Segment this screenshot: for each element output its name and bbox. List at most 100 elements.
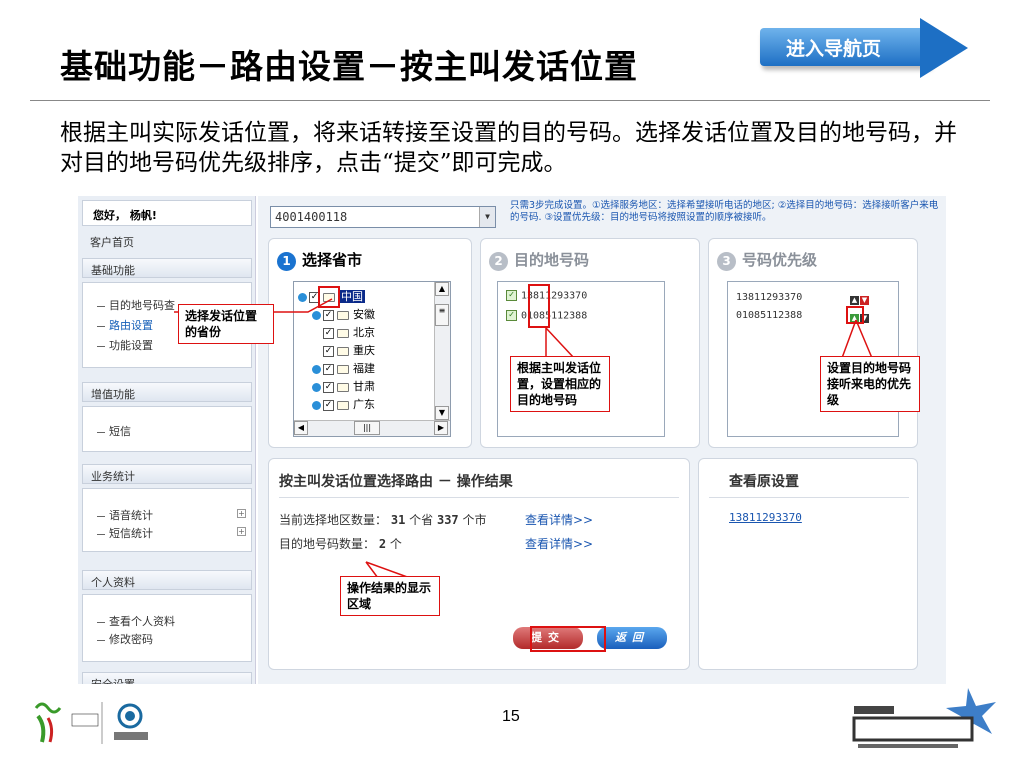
page-number: 15 [502, 708, 520, 725]
sidebar: 您好， 杨帆! 客户首页 基础功能 目的地号码查 路由设置 功能设置 增值功能 … [78, 196, 256, 684]
area-detail-link[interactable]: 查看详情>> [525, 511, 593, 528]
expand-plus-icon[interactable] [312, 400, 321, 410]
ipower-logo-icon [852, 688, 996, 748]
sidebar-item-sms[interactable]: 短信 [97, 423, 131, 439]
back-button[interactable]: 返回 [597, 627, 667, 649]
priority-number-row: 01085112388 [736, 310, 803, 321]
step-number-badge: 1 [277, 252, 296, 271]
app-screenshot: 您好， 杨帆! 客户首页 基础功能 目的地号码查 路由设置 功能设置 增值功能 … [78, 196, 946, 684]
step3-panel: 3 号码优先级 13811293370 ▲ ▼ 01085112388 ▲ ▼ [708, 238, 918, 448]
expand-plus-icon[interactable] [312, 310, 321, 320]
sidebar-item-view-profile[interactable]: 查看个人资料 [97, 613, 175, 629]
collapse-minus-icon[interactable] [298, 292, 307, 302]
title-divider [30, 100, 990, 101]
province-tree[interactable]: ✓ 中国 ✓ 安徽 ✓ 北京 ✓ 重庆 ✓ 福建 ✓ 甘肃 ✓ 广东 ▲ ≡ ▼ ◀ ||| … [293, 281, 451, 437]
tree-vertical-scrollbar[interactable]: ▲ ≡ ▼ [434, 282, 450, 422]
bullet-dash [97, 325, 105, 327]
tree-row-province[interactable]: ✓ 安徽 [312, 306, 375, 322]
chevron-down-icon[interactable]: ▼ [479, 207, 495, 227]
slide-title: 基础功能－路由设置－按主叫发话位置 [60, 47, 638, 86]
sidebar-item-destination[interactable]: 目的地号码查 [97, 297, 175, 313]
folder-icon [337, 310, 349, 320]
sidebar-home-link[interactable]: 客户首页 [90, 234, 134, 250]
step3-title: 3 号码优先级 [717, 249, 817, 271]
expand-plus-icon[interactable]: + [237, 509, 246, 518]
sidebar-box-stats: 语音统计 + 短信统计 + [82, 488, 252, 552]
checkbox-province[interactable]: ✓ [323, 327, 334, 339]
scroll-thumb[interactable]: ||| [354, 421, 380, 435]
result-panel: 按主叫发话位置选择路由 － 操作结果 当前选择地区数量： 31 个省 337 个… [268, 458, 690, 670]
tree-row-province[interactable]: ✓ 甘肃 [312, 378, 375, 394]
move-up-icon[interactable]: ▲ [850, 296, 859, 305]
sidebar-section-profile[interactable]: 个人资料 [82, 570, 252, 590]
highlight-root-checkbox [318, 286, 340, 308]
priority-number-row: 13811293370 [736, 292, 803, 303]
tree-row-province[interactable]: ✓ 北京 [312, 324, 375, 340]
original-settings-panel: 查看原设置 13811293370 [698, 458, 918, 670]
result-divider [279, 497, 679, 498]
sidebar-box-value-added: 短信 [82, 406, 252, 452]
sidebar-box-profile: 查看个人资料 修改密码 [82, 594, 252, 662]
sidebar-item-change-password[interactable]: 修改密码 [97, 631, 153, 647]
callout-result-area: 操作结果的显示区域 [340, 576, 440, 616]
step-number-badge: 3 [717, 252, 736, 271]
bullet-dash [97, 431, 105, 433]
tree-horizontal-scrollbar[interactable]: ◀ ||| ▶ [294, 420, 450, 436]
checkbox-destination[interactable]: ✓ [506, 310, 517, 321]
expand-plus-icon[interactable] [312, 364, 321, 374]
tree-row-province[interactable]: ✓ 重庆 [312, 342, 375, 358]
bullet-dash [97, 533, 105, 535]
highlight-destination-checkboxes [528, 284, 550, 328]
greeting: 您好， 杨帆! [82, 200, 252, 226]
sidebar-item-features[interactable]: 功能设置 [97, 337, 153, 353]
scroll-up-icon[interactable]: ▲ [435, 282, 449, 296]
callout-priority: 设置目的地号码接听来电的优先级 [820, 356, 920, 412]
scroll-left-icon[interactable]: ◀ [294, 421, 308, 435]
original-number-link[interactable]: 13811293370 [729, 511, 802, 524]
sidebar-item-voice-stats[interactable]: 语音统计 [97, 507, 153, 523]
bullet-dash [97, 621, 105, 623]
expand-plus-icon[interactable]: + [237, 527, 246, 536]
sidebar-section-security[interactable]: 安全设置 [82, 672, 252, 684]
checkbox-destination[interactable]: ✓ [506, 290, 517, 301]
highlight-submit-button [530, 626, 606, 652]
step2-title: 2 目的地号码 [489, 249, 589, 271]
destination-detail-link[interactable]: 查看详情>> [525, 535, 593, 552]
help-tip: 只需3步完成设置。①选择服务地区：选择希望接听电话的地区; ②选择目的地号码：选… [510, 200, 939, 223]
folder-icon [337, 382, 349, 392]
scroll-right-icon[interactable]: ▶ [434, 421, 448, 435]
phone-number-select[interactable]: 4001400118 ▼ [270, 206, 496, 228]
expo-logo-icon [34, 702, 148, 744]
area-count-line: 当前选择地区数量： 31 个省 337 个市 [279, 513, 487, 527]
bullet-dash [97, 305, 105, 307]
scroll-down-icon[interactable]: ▼ [435, 406, 449, 420]
selected-phone-number: 4001400118 [275, 210, 348, 224]
nav-home-button[interactable]: 进入导航页 [760, 18, 970, 80]
sidebar-item-routing[interactable]: 路由设置 [97, 317, 153, 333]
checkbox-province[interactable]: ✓ [323, 345, 334, 357]
sidebar-item-sms-stats[interactable]: 短信统计 [97, 525, 153, 541]
callout-province: 选择发话位置的省份 [178, 304, 274, 344]
folder-icon [337, 328, 349, 338]
expand-plus-icon[interactable] [312, 382, 321, 392]
checkbox-province[interactable]: ✓ [323, 363, 334, 375]
tree-row-province[interactable]: ✓ 广东 [312, 396, 375, 412]
folder-icon [337, 364, 349, 374]
tree-row-province[interactable]: ✓ 福建 [312, 360, 375, 376]
destination-count-line: 目的地号码数量： 2 个 [279, 537, 402, 551]
original-divider [709, 497, 909, 498]
checkbox-province[interactable]: ✓ [323, 399, 334, 411]
step-number-badge: 2 [489, 252, 508, 271]
scroll-thumb[interactable]: ≡ [435, 304, 449, 326]
move-down-icon[interactable]: ▼ [860, 296, 869, 305]
bullet-dash [97, 345, 105, 347]
original-settings-title: 查看原设置 [729, 474, 799, 490]
result-title: 按主叫发话位置选择路由 － 操作结果 [279, 474, 513, 490]
checkbox-province[interactable]: ✓ [323, 381, 334, 393]
sidebar-section-basic[interactable]: 基础功能 [82, 258, 252, 278]
folder-icon [337, 400, 349, 410]
sidebar-section-stats[interactable]: 业务统计 [82, 464, 252, 484]
sidebar-section-value-added[interactable]: 增值功能 [82, 382, 252, 402]
checkbox-province[interactable]: ✓ [323, 309, 334, 321]
callout-destination: 根据主叫发话位置，设置相应的目的地号码 [510, 356, 610, 412]
